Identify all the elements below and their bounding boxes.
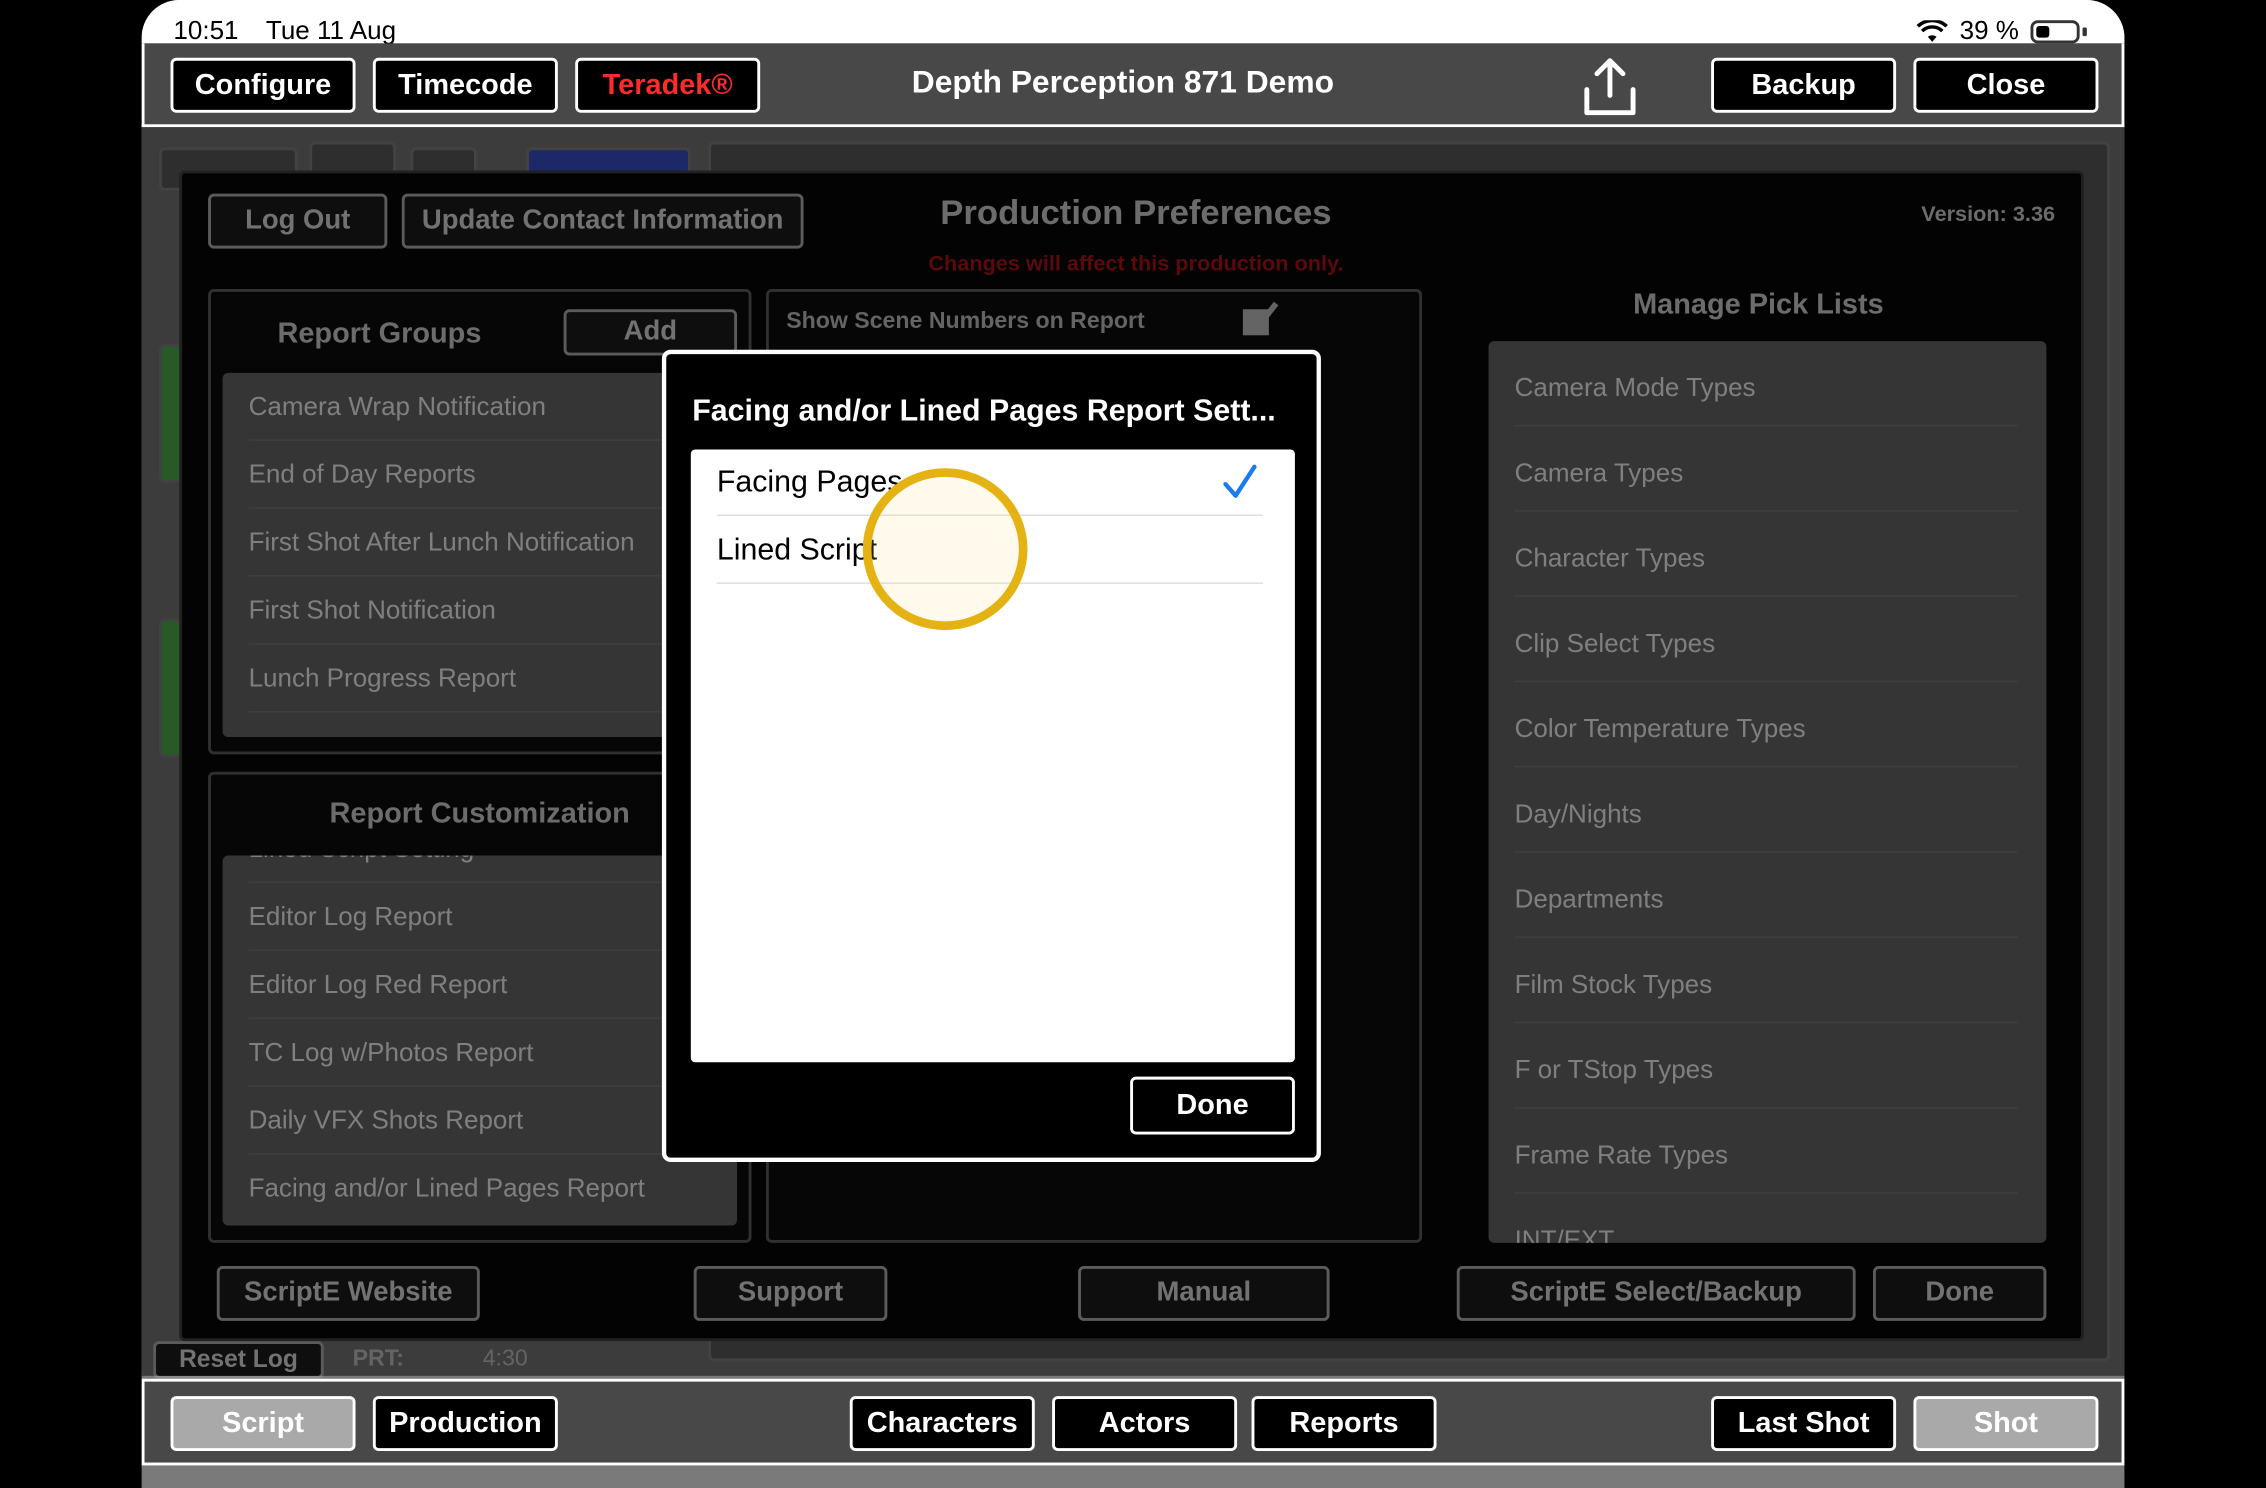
list-item[interactable]: Clip Select Types (1514, 606, 2018, 683)
last-shot-tab[interactable]: Last Shot (1711, 1396, 1897, 1451)
checkbox-checked-icon[interactable] (1240, 301, 1280, 339)
report-settings-modal: Facing and/or Lined Pages Report Sett...… (661, 349, 1321, 1162)
list-item[interactable]: End of Day Reports (248, 441, 709, 509)
list-item-partial[interactable]: Lined Script Setting (248, 856, 709, 884)
list-item[interactable]: Editor Log Red Report (248, 951, 709, 1019)
list-item[interactable]: Film Stock Types (1514, 947, 2018, 1024)
production-tab[interactable]: Production (372, 1396, 558, 1451)
report-customization-title: Report Customization (329, 797, 630, 830)
share-icon[interactable] (1581, 55, 1639, 119)
list-item[interactable]: Daily VFX Shots Report (248, 1087, 709, 1155)
list-item[interactable]: Lunch Progress Report (248, 645, 709, 713)
list-item[interactable]: Editor Log Report (248, 883, 709, 951)
list-item[interactable]: Camera Types (1514, 435, 2018, 512)
list-item[interactable]: Day/Nights (1514, 776, 2018, 853)
report-groups-list: Camera Wrap Notification End of Day Repo… (222, 372, 738, 738)
preferences-warning: Changes will affect this production only… (928, 251, 1344, 277)
status-bar: 10:51 Tue 11 Aug 39 % (141, 0, 2125, 46)
preferences-title: Production Preferences (940, 193, 1332, 233)
option-label: Lined Script (716, 532, 878, 566)
show-scene-numbers-label: Show Scene Numbers on Report (786, 309, 1145, 334)
list-item[interactable]: Facing and/or Lined Pages Report (249, 1155, 709, 1223)
top-toolbar: Configure Timecode Teradek® Depth Percep… (141, 43, 2125, 128)
list-item[interactable]: F or TStop Types (1514, 1032, 2018, 1109)
reports-tab[interactable]: Reports (1251, 1396, 1437, 1451)
characters-tab[interactable]: Characters (849, 1396, 1035, 1451)
report-customization-list: Lined Script Setting Editor Log Report E… (222, 855, 738, 1226)
list-item[interactable]: TC Log w/Photos Report (248, 1019, 709, 1087)
list-item[interactable]: Camera Wrap Notification (248, 373, 709, 441)
version-label: Version: 3.36 (1921, 202, 2056, 227)
production-title: Depth Perception 871 Demo (911, 63, 1335, 100)
status-time: 10:51 (173, 15, 239, 45)
prt-label: PRT: (352, 1346, 405, 1372)
list-item[interactable]: INT/EXT (1515, 1202, 2018, 1243)
list-item[interactable]: Frame Rate Types (1514, 1117, 2018, 1194)
scripte-select-backup-button[interactable]: ScriptE Select/Backup (1456, 1265, 1856, 1321)
pick-lists-title: Manage Pick Lists (1633, 289, 1884, 321)
battery-icon (2030, 19, 2080, 43)
support-button[interactable]: Support (693, 1265, 888, 1321)
actors-tab[interactable]: Actors (1052, 1396, 1238, 1451)
pick-lists-list: Camera Mode Types Camera Types Character… (1488, 341, 2047, 1243)
bottom-toolbar: Script Production Characters Actors Repo… (141, 1378, 2125, 1466)
list-item[interactable]: First Shot Notification (248, 577, 709, 645)
checkmark-icon (1223, 464, 1257, 498)
list-item[interactable]: Camera Mode Types (1514, 350, 2018, 427)
timecode-button[interactable]: Timecode (372, 57, 558, 113)
backup-button[interactable]: Backup (1711, 57, 1897, 113)
modal-done-button[interactable]: Done (1130, 1076, 1295, 1135)
status-date: Tue 11 Aug (265, 15, 397, 45)
shot-tab[interactable]: Shot (1913, 1396, 2099, 1451)
option-label: Facing Pages (716, 464, 903, 498)
preferences-done-button[interactable]: Done (1872, 1265, 2047, 1321)
list-item[interactable]: First Shot After Lunch Notification (248, 509, 709, 577)
close-button[interactable]: Close (1913, 57, 2099, 113)
list-item[interactable]: Character Types (1514, 520, 2018, 597)
report-groups-title: Report Groups (277, 317, 482, 350)
tap-indicator (862, 468, 1028, 631)
list-item[interactable]: Color Temperature Types (1514, 691, 2018, 768)
script-tab[interactable]: Script (170, 1396, 356, 1451)
teradek-button[interactable]: Teradek® (575, 57, 761, 113)
prt-value: 4:30 (482, 1346, 528, 1372)
update-contact-button[interactable]: Update Contact Information (401, 193, 804, 249)
reset-log-button[interactable]: Reset Log (153, 1341, 324, 1379)
status-right: 39 % (1916, 16, 2087, 46)
battery-nub (2082, 26, 2087, 36)
battery-percent: 39 % (1959, 15, 2019, 45)
add-report-group-button[interactable]: Add (563, 309, 738, 356)
configure-button[interactable]: Configure (170, 57, 356, 113)
wifi-icon (1916, 19, 1948, 42)
scripte-website-button[interactable]: ScriptE Website (216, 1265, 480, 1321)
log-out-button[interactable]: Log Out (208, 193, 388, 249)
list-item[interactable]: Departments (1514, 861, 2018, 938)
manual-button[interactable]: Manual (1078, 1265, 1330, 1321)
modal-title: Facing and/or Lined Pages Report Sett... (692, 394, 1276, 428)
